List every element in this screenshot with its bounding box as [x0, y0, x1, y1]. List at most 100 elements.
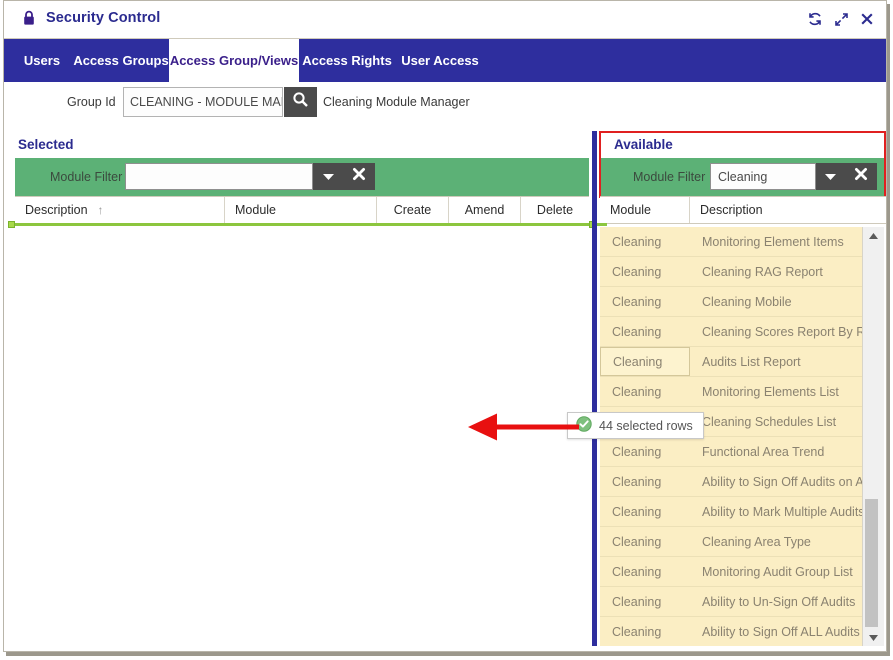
available-row-description: Ability to Mark Multiple Audits ...: [702, 504, 862, 519]
available-row[interactable]: Cleaning Ability to Un-Sign Off Audits: [600, 587, 862, 617]
group-id-row: Group Id CLEANING - MODULE MANA Cleaning…: [4, 82, 886, 123]
sort-ascending-icon: ↑: [97, 203, 104, 217]
column-header-label: Create: [393, 203, 432, 217]
available-grid-resize-line[interactable]: [597, 223, 607, 226]
tooltip-text: 44 selected rows: [599, 418, 693, 433]
available-row[interactable]: Cleaning Monitoring Audit Group List: [600, 557, 862, 587]
main-tabstrip: Users Access Groups Access Group/Views A…: [4, 39, 886, 82]
scroll-up-arrow-icon[interactable]: [863, 227, 884, 244]
left-arrow-annotation: [464, 407, 579, 452]
available-row-description: Ability to Un-Sign Off Audits: [702, 594, 856, 609]
available-row-module: Cleaning: [612, 564, 662, 579]
available-filter-label: Module Filter: [633, 170, 706, 184]
available-row[interactable]: Cleaning Cleaning Mobile: [600, 287, 862, 317]
selected-filter-dropdown-button[interactable]: [313, 163, 343, 190]
app-screenshot: Security Control Users Access Groups Acc…: [0, 0, 893, 660]
clear-x-icon: [854, 167, 868, 186]
selected-grid-resize-line[interactable]: [12, 223, 593, 226]
available-row[interactable]: Cleaning Monitoring Element Items: [600, 227, 862, 257]
refresh-icon[interactable]: [807, 11, 823, 31]
close-icon[interactable]: [860, 12, 874, 30]
available-row-module: Cleaning: [612, 324, 662, 339]
clear-x-icon: [352, 167, 366, 186]
security-control-window: Security Control Users Access Groups Acc…: [3, 0, 887, 652]
available-row-module: Cleaning: [612, 294, 662, 309]
available-row-description: Monitoring Elements List: [702, 384, 839, 399]
tab-access-group-views[interactable]: Access Group/Views: [169, 39, 299, 82]
column-header-create[interactable]: Create: [377, 197, 449, 223]
group-id-label: Group Id: [67, 95, 116, 109]
available-row-description: Ability to Sign Off Audits on Au...: [702, 474, 862, 489]
available-row-description: Cleaning Schedules List: [702, 414, 837, 429]
available-row-module: Cleaning: [612, 534, 662, 549]
available-panel-title: Available: [614, 137, 673, 152]
column-header-label: Description: [25, 203, 88, 217]
available-row-description: Cleaning RAG Report: [702, 264, 823, 279]
tab-access-groups[interactable]: Access Groups: [68, 39, 174, 82]
available-row[interactable]: Cleaning Cleaning Area Type: [600, 527, 862, 557]
column-header-label: Module: [235, 203, 276, 217]
available-row[interactable]: Cleaning Cleaning RAG Report: [600, 257, 862, 287]
available-row-description: Cleaning Mobile: [702, 294, 792, 309]
available-row[interactable]: Cleaning Ability to Sign Off Audits on Au…: [600, 467, 862, 497]
available-filter-clear-button[interactable]: [845, 163, 877, 190]
expand-icon[interactable]: [834, 12, 849, 31]
available-row-description: Cleaning Scores Report By Risk: [702, 324, 862, 339]
available-row[interactable]: Cleaning Monitoring Elements List: [600, 377, 862, 407]
available-filter-input[interactable]: Cleaning: [710, 163, 816, 190]
selected-filter-bar: Module Filter: [15, 158, 589, 196]
selected-grid-resize-handle-left[interactable]: [8, 221, 15, 228]
available-filter-dropdown-button[interactable]: [816, 163, 845, 190]
available-row[interactable]: Cleaning Ability to Sign Off ALL Audits o…: [600, 617, 862, 646]
column-header-description[interactable]: Description ↑: [15, 197, 225, 223]
tab-label: Access Rights: [302, 53, 392, 68]
panel-splitter[interactable]: [592, 131, 597, 646]
available-row-module: Cleaning: [612, 384, 662, 399]
window-controls: [807, 11, 874, 31]
tab-label: Access Group/Views: [169, 53, 299, 68]
available-row[interactable]: Cleaning Audits List Report: [600, 347, 862, 377]
column-header-description[interactable]: Description: [690, 197, 886, 223]
available-row-module: Cleaning: [600, 347, 690, 376]
available-row-description: Ability to Sign Off ALL Audits o...: [702, 624, 862, 639]
chevron-down-icon: [824, 168, 837, 186]
available-row[interactable]: Cleaning Cleaning Scores Report By Risk: [600, 317, 862, 347]
available-grid-scrollbar[interactable]: [862, 227, 884, 646]
scrollbar-thumb[interactable]: [865, 499, 878, 627]
selected-column-headers: Description ↑ Module Create Amend Delete: [15, 196, 589, 224]
available-column-headers: Module Description: [600, 196, 886, 224]
tab-user-access[interactable]: User Access: [395, 39, 485, 82]
selected-rows-tooltip: 44 selected rows: [567, 412, 704, 439]
available-row[interactable]: Cleaning Ability to Mark Multiple Audits …: [600, 497, 862, 527]
scroll-down-arrow-icon[interactable]: [863, 629, 884, 646]
column-header-label: Module: [610, 203, 651, 217]
available-filter-bar: Module Filter Cleaning: [600, 158, 884, 196]
available-row-module: Cleaning: [612, 234, 662, 249]
available-row-module: Cleaning: [612, 624, 662, 639]
tab-label: Access Groups: [73, 53, 169, 68]
available-row[interactable]: Cleaning Functional Area Trend: [600, 437, 862, 467]
column-header-module[interactable]: Module: [600, 197, 690, 223]
tab-label: Users: [23, 53, 61, 68]
group-id-input[interactable]: CLEANING - MODULE MANA: [123, 87, 283, 117]
tab-users[interactable]: Users: [16, 39, 68, 82]
available-row-module: Cleaning: [612, 594, 662, 609]
window-titlebar: Security Control: [4, 1, 886, 39]
selected-filter-input[interactable]: [125, 163, 313, 190]
available-row-description: Audits List Report: [702, 354, 801, 369]
available-row-module: Cleaning: [612, 444, 662, 459]
search-icon: [292, 91, 309, 113]
group-id-search-button[interactable]: [284, 87, 317, 117]
column-header-amend[interactable]: Amend: [449, 197, 521, 223]
tab-label: User Access: [401, 53, 479, 68]
selected-filter-clear-button[interactable]: [343, 163, 375, 190]
tab-access-rights[interactable]: Access Rights: [299, 39, 395, 82]
column-header-label: Description: [700, 203, 763, 217]
available-row-module: Cleaning: [612, 474, 662, 489]
titlebar-left-group: Security Control: [22, 10, 160, 26]
column-header-delete[interactable]: Delete: [521, 197, 589, 223]
column-header-module[interactable]: Module: [225, 197, 377, 223]
available-row-module: Cleaning: [612, 504, 662, 519]
available-row-module: Cleaning: [612, 264, 662, 279]
chevron-down-icon: [322, 168, 335, 186]
